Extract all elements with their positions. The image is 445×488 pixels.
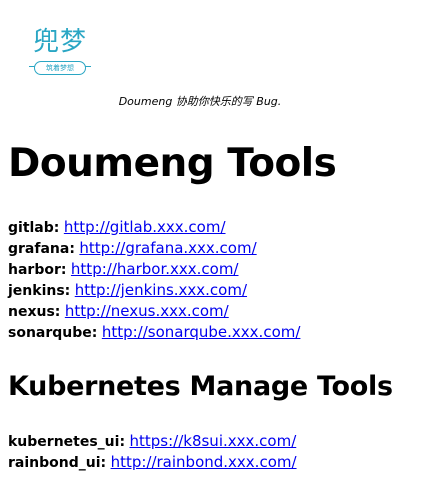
list-item-kubernetes-ui: kubernetes_ui: https://k8sui.xxx.com/: [8, 431, 297, 452]
tool-link-kubernetes-ui[interactable]: https://k8sui.xxx.com/: [130, 432, 297, 450]
tool-label: nexus:: [8, 304, 61, 320]
list-item-nexus: nexus: http://nexus.xxx.com/: [8, 301, 300, 322]
doumeng-logo: 兜梦 筑着梦想: [29, 26, 91, 78]
tools-list: gitlab: http://gitlab.xxx.com/ grafana: …: [8, 217, 300, 343]
tool-link-jenkins[interactable]: http://jenkins.xxx.com/: [75, 281, 247, 299]
page-title: Doumeng Tools: [8, 141, 337, 186]
logo-title: 兜梦: [32, 27, 87, 57]
tool-label: kubernetes_ui:: [8, 434, 126, 450]
tool-label: jenkins:: [8, 283, 71, 299]
section-title-kubernetes: Kubernetes Manage Tools: [8, 371, 393, 402]
list-item-harbor: harbor: http://harbor.xxx.com/: [8, 259, 300, 280]
tool-label: gitlab:: [8, 220, 60, 236]
tool-label: rainbond_ui:: [8, 455, 107, 471]
tool-label: grafana:: [8, 241, 75, 257]
list-item-rainbond-ui: rainbond_ui: http://rainbond.xxx.com/: [8, 452, 297, 473]
logo-subtitle: 筑着梦想: [34, 61, 86, 75]
tool-link-gitlab[interactable]: http://gitlab.xxx.com/: [64, 218, 226, 236]
tagline: Doumeng 协助你快乐的写 Bug.: [118, 95, 282, 108]
tool-label: sonarqube:: [8, 325, 98, 341]
list-item-sonarqube: sonarqube: http://sonarqube.xxx.com/: [8, 322, 300, 343]
tool-link-harbor[interactable]: http://harbor.xxx.com/: [71, 260, 239, 278]
logo-wing-right: [85, 66, 91, 70]
tool-link-rainbond-ui[interactable]: http://rainbond.xxx.com/: [111, 453, 297, 471]
kubernetes-tools-list: kubernetes_ui: https://k8sui.xxx.com/ ra…: [8, 431, 297, 473]
list-item-grafana: grafana: http://grafana.xxx.com/: [8, 238, 300, 259]
tool-link-sonarqube[interactable]: http://sonarqube.xxx.com/: [102, 323, 301, 341]
tool-link-grafana[interactable]: http://grafana.xxx.com/: [79, 239, 256, 257]
tool-link-nexus[interactable]: http://nexus.xxx.com/: [65, 302, 229, 320]
list-item-gitlab: gitlab: http://gitlab.xxx.com/: [8, 217, 300, 238]
tool-label: harbor:: [8, 262, 67, 278]
list-item-jenkins: jenkins: http://jenkins.xxx.com/: [8, 280, 300, 301]
